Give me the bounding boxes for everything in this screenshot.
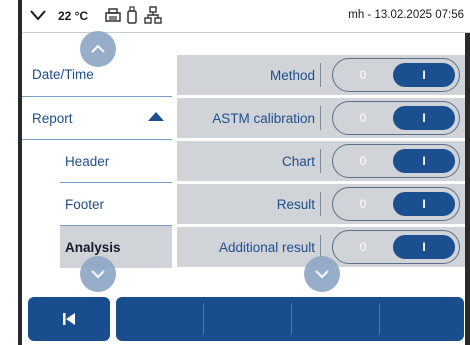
setting-label: ASTM calibration (212, 110, 315, 126)
back-button[interactable] (28, 297, 110, 341)
toggle-off-label: 0 (359, 197, 367, 211)
toggle-on-label: I (393, 63, 455, 87)
status-bar: 22 °C mh - 13.02.2025 07:56 (22, 0, 470, 33)
right-frame (465, 0, 470, 345)
scroll-up-button[interactable] (80, 31, 116, 67)
setting-label: Chart (281, 153, 315, 169)
printer-icon (105, 8, 121, 22)
toggle-switch[interactable]: 0 I (332, 101, 460, 135)
setting-row-result: Result 0 I (177, 184, 465, 224)
nav-item-footer[interactable]: Footer (60, 182, 172, 226)
chevron-down-icon (315, 270, 329, 279)
chevron-down-icon[interactable] (30, 9, 46, 21)
network-icon (144, 6, 162, 24)
bottom-toolbar (22, 293, 465, 345)
setting-row-method: Method 0 I (177, 55, 465, 95)
function-button-3[interactable] (292, 297, 379, 341)
user-datetime: mh - 13.02.2025 07:56 (348, 9, 464, 21)
setting-label: Result (276, 196, 315, 212)
setting-row-astm-calibration: ASTM calibration 0 I (177, 98, 465, 138)
divider (320, 63, 321, 87)
scroll-down-button[interactable] (80, 256, 116, 292)
toggle-switch[interactable]: 0 I (332, 230, 460, 264)
setting-row-chart: Chart 0 I (177, 141, 465, 181)
divider (320, 149, 321, 173)
nav-item-label: Date/Time (32, 66, 94, 82)
nav-item-label: Header (65, 153, 110, 169)
divider (320, 192, 321, 216)
function-button-1[interactable] (116, 297, 203, 341)
function-button-4[interactable] (380, 297, 464, 341)
nav-item-label: Footer (65, 196, 105, 212)
chevron-up-icon (91, 44, 105, 53)
nav-item-analysis[interactable]: Analysis (60, 226, 172, 268)
setting-label: Method (269, 67, 315, 83)
usb-drive-icon (127, 6, 137, 24)
chevron-down-icon (91, 270, 105, 279)
toggle-on-label: I (393, 192, 455, 216)
toggle-on-label: I (393, 149, 455, 173)
temperature-readout: 22 °C (58, 9, 89, 23)
function-button-2[interactable] (204, 297, 291, 341)
toggle-switch[interactable]: 0 I (332, 187, 460, 221)
nav-item-label: Report (32, 110, 73, 126)
toggle-off-label: 0 (359, 68, 367, 82)
toggle-off-label: 0 (359, 111, 367, 125)
toggle-switch[interactable]: 0 I (332, 144, 460, 178)
divider (320, 106, 321, 130)
toggle-off-label: 0 (359, 240, 367, 254)
setting-label: Additional result (218, 239, 315, 255)
collapse-triangle-icon[interactable] (148, 112, 164, 121)
skip-back-icon (63, 313, 75, 325)
function-button-group (116, 297, 464, 341)
scroll-down-button-settings[interactable] (304, 256, 340, 292)
nav-item-header[interactable]: Header (60, 139, 172, 183)
nav-item-report[interactable]: Report (22, 96, 172, 140)
toggle-switch[interactable]: 0 I (332, 58, 460, 92)
toggle-off-label: 0 (359, 154, 367, 168)
nav-item-label: Analysis (65, 239, 121, 255)
toggle-on-label: I (393, 106, 455, 130)
toggle-on-label: I (393, 235, 455, 259)
